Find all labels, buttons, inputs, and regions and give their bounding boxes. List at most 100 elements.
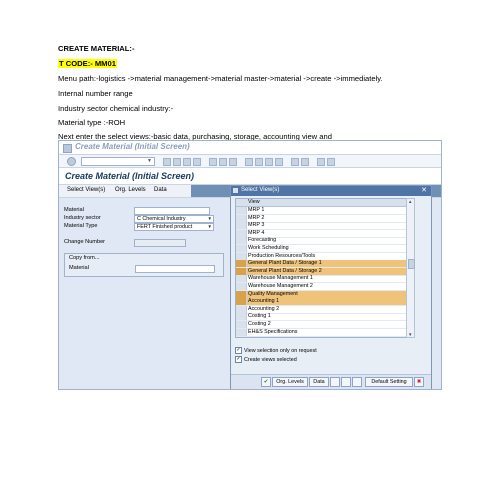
- material-type-text: Material type :-ROH: [58, 118, 126, 127]
- last-page-icon[interactable]: [275, 158, 283, 166]
- create-views-label: Create views selected: [244, 357, 297, 363]
- view-row-label: EH&S Specifications: [248, 328, 298, 335]
- select-views-dialog: Select View(s) ✕ View MRP 1 MRP 2 MRP 3 MRP…: [230, 185, 432, 389]
- view-only-on-request-checkbox[interactable]: ✓ View selection only on request: [235, 347, 395, 355]
- row-selector[interactable]: [236, 207, 247, 214]
- cancel-icon[interactable]: [193, 158, 201, 166]
- row-selector[interactable]: [236, 328, 247, 336]
- row-selector[interactable]: [236, 313, 247, 321]
- row-selector[interactable]: [236, 245, 247, 252]
- views-column-header: View: [236, 199, 406, 207]
- enter-icon[interactable]: [67, 157, 76, 166]
- scroll-down-icon[interactable]: ▼: [408, 332, 412, 337]
- view-row-label: MRP 4: [248, 229, 265, 236]
- material-label: Material: [64, 207, 84, 213]
- row-selector[interactable]: [236, 229, 247, 237]
- change-number-input[interactable]: [134, 239, 186, 247]
- material-type-value: FERT Finished product: [137, 224, 193, 230]
- sap-window-title: Create Material (Initial Screen): [75, 142, 190, 151]
- view-row-label: Accounting 2: [248, 305, 280, 312]
- view-row-label: MRP 1: [248, 207, 265, 213]
- checkbox-checked-icon[interactable]: ✓: [235, 347, 242, 355]
- industry-dropdown-icon[interactable]: ▼: [208, 216, 212, 222]
- continue-icon[interactable]: ✔: [261, 377, 271, 387]
- view-row-label: MRP 3: [248, 222, 265, 229]
- tcode-line: T CODE:- MM01: [58, 59, 117, 68]
- view-row-label: Costing 1: [248, 313, 271, 320]
- select-all-icon[interactable]: [330, 377, 340, 387]
- dialog-title: Select View(s): [241, 187, 280, 193]
- dialog-footer: ✔ Org. Levels Data Default Setting ✖: [231, 374, 431, 389]
- find-icon[interactable]: [219, 158, 227, 166]
- layout-icon[interactable]: [327, 158, 335, 166]
- org-levels-button[interactable]: Org. Levels: [115, 187, 146, 193]
- copy-material-input[interactable]: [135, 265, 215, 273]
- create-views-selected-checkbox[interactable]: ✓ Create views selected: [235, 356, 395, 364]
- view-row-label: MRP 2: [248, 214, 265, 221]
- industry-sector-text: Industry sector chemical industry:-: [58, 104, 174, 113]
- deselect-all-icon[interactable]: [341, 377, 351, 387]
- default-setting-button[interactable]: Default Setting: [365, 377, 413, 387]
- industry-sector-select[interactable]: C Chemical Industry ▼: [134, 215, 214, 223]
- view-column-label: View: [248, 199, 260, 205]
- save-icon[interactable]: [163, 158, 171, 166]
- scroll-thumb[interactable]: [408, 259, 415, 269]
- material-input[interactable]: [134, 207, 210, 215]
- material-type-label: Material Type: [64, 223, 98, 229]
- material-type-select[interactable]: FERT Finished product ▼: [134, 223, 214, 231]
- data-dialog-button[interactable]: Data: [309, 377, 329, 387]
- view-row-label: Costing 2: [248, 321, 271, 327]
- next-page-icon[interactable]: [265, 158, 273, 166]
- view-row-label: Accounting 1: [248, 298, 280, 305]
- select-views-button[interactable]: Select View(s): [67, 187, 105, 193]
- row-selector[interactable]: [236, 237, 247, 245]
- copy-from-label: Copy from...: [69, 255, 100, 261]
- org-levels-dialog-button[interactable]: Org. Levels: [272, 377, 308, 387]
- shortcut-icon[interactable]: [301, 158, 309, 166]
- view-row[interactable]: EH&S Specifications: [236, 328, 406, 337]
- dialog-titlebar: Select View(s) ✕: [231, 186, 431, 196]
- sap-window-icon: [63, 144, 72, 153]
- industry-sector-value: C Chemical Industry: [137, 216, 186, 222]
- cancel-x-icon[interactable]: ✖: [414, 377, 424, 387]
- row-selector[interactable]: [236, 275, 247, 283]
- close-icon[interactable]: ✕: [421, 186, 427, 194]
- material-type-dropdown-icon[interactable]: ▼: [208, 224, 212, 230]
- exit-icon[interactable]: [183, 158, 191, 166]
- previous-page-icon[interactable]: [255, 158, 263, 166]
- back-icon[interactable]: [173, 158, 181, 166]
- row-selector[interactable]: [236, 252, 247, 260]
- tcode-highlight: T CODE:- MM01: [58, 59, 117, 68]
- scroll-up-icon[interactable]: ▲: [408, 199, 412, 204]
- view-row-label: Forecasting: [248, 237, 277, 244]
- data-button[interactable]: Data: [154, 187, 167, 193]
- help-icon[interactable]: [317, 158, 325, 166]
- views-scrollbar[interactable]: ▲ ▼: [406, 198, 415, 338]
- row-selector[interactable]: [236, 305, 247, 313]
- command-dropdown-icon[interactable]: ▼: [147, 158, 152, 164]
- row-selector[interactable]: [236, 298, 247, 306]
- document-heading: CREATE MATERIAL:-: [58, 44, 135, 53]
- print-icon[interactable]: [209, 158, 217, 166]
- view-row-label: General Plant Data / Storage 2: [248, 267, 322, 274]
- copy-material-label: Material: [69, 265, 89, 271]
- new-session-icon[interactable]: [291, 158, 299, 166]
- row-selector[interactable]: [236, 222, 247, 230]
- find-next-icon[interactable]: [229, 158, 237, 166]
- view-row-label: Warehouse Management 2: [248, 283, 313, 289]
- sap-window-titlebar: Create Material (Initial Screen): [59, 141, 441, 155]
- view-row-label: Warehouse Management 1: [248, 275, 313, 282]
- row-selector[interactable]: [236, 214, 247, 222]
- first-page-icon[interactable]: [245, 158, 253, 166]
- row-selector[interactable]: [236, 290, 247, 298]
- industry-sector-label: Industry sector: [64, 215, 101, 221]
- sap-screenshot: Create Material (Initial Screen) ▼ Creat…: [58, 140, 442, 390]
- views-table: View MRP 1 MRP 2 MRP 3 MRP 4 Forecasting Work…: [235, 198, 407, 338]
- select-block-icon[interactable]: [352, 377, 362, 387]
- row-selector[interactable]: [236, 321, 247, 328]
- row-selector[interactable]: [236, 283, 247, 290]
- row-selector[interactable]: [236, 267, 247, 275]
- command-field[interactable]: [81, 157, 155, 166]
- row-selector[interactable]: [236, 260, 247, 268]
- checkbox-checked-icon[interactable]: ✓: [235, 356, 242, 364]
